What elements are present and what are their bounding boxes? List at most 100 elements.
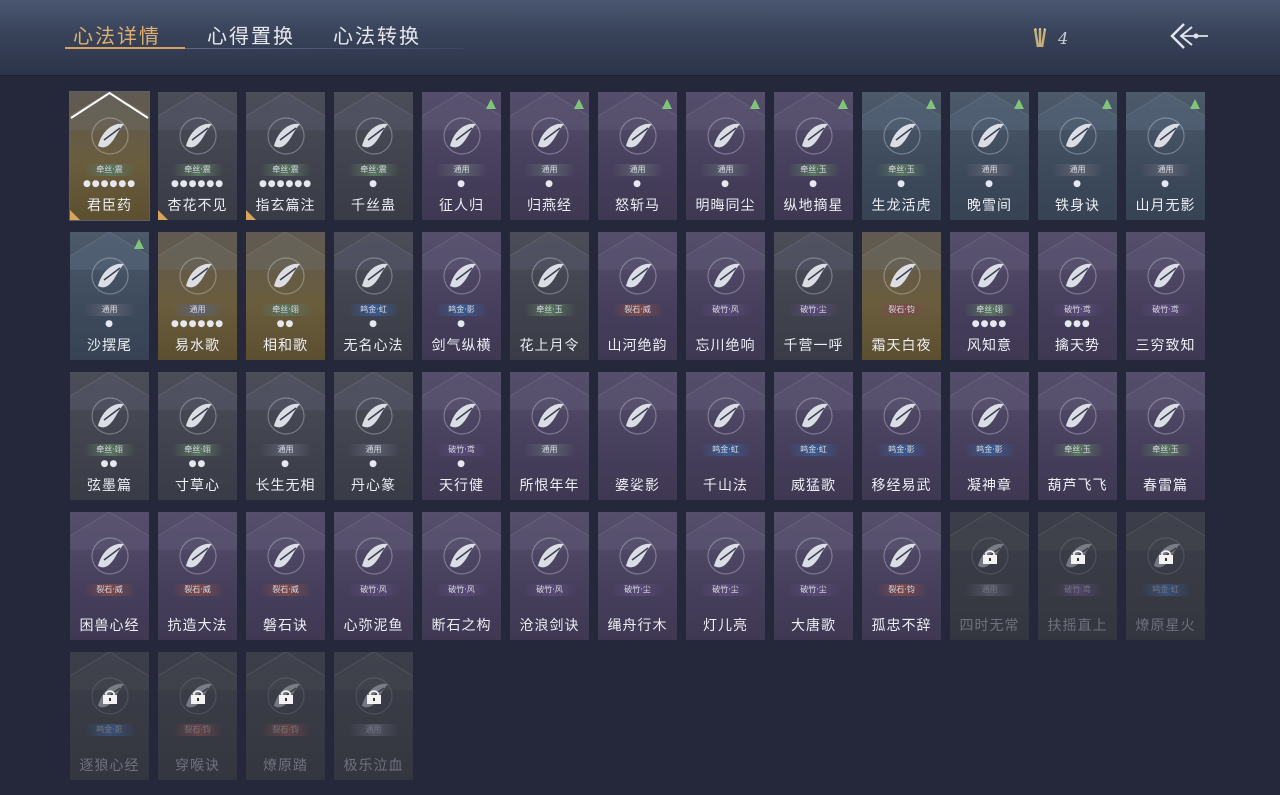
heart-method-card[interactable]: 裂石·威 山河绝韵 bbox=[598, 232, 677, 360]
heart-method-card[interactable]: 鸣金·虹 千山法 bbox=[686, 372, 765, 500]
card-name: 断石之构 bbox=[431, 618, 492, 634]
skill-emblem-icon bbox=[1059, 257, 1097, 295]
heart-method-card[interactable]: 裂石·威 磐石诀 bbox=[246, 512, 325, 640]
heart-method-card[interactable]: 通用 ● 铁身诀 bbox=[1038, 92, 1117, 220]
heart-method-card[interactable]: 牵丝·玉 ● 生龙活虎 bbox=[862, 92, 941, 220]
card-level-dots: ●●●●●● bbox=[170, 179, 225, 189]
skill-emblem-icon bbox=[971, 397, 1009, 435]
upgrade-arrow-icon bbox=[134, 239, 144, 249]
heart-method-card[interactable]: 破竹·鸢 ●●● 擒天势 bbox=[1038, 232, 1117, 360]
card-type-tag: 牵丝·震 bbox=[347, 164, 400, 176]
heart-method-card[interactable]: 通用 ● 归燕经 bbox=[510, 92, 589, 220]
skill-emblem-icon bbox=[91, 257, 129, 295]
heart-method-card[interactable]: 牵丝·翊 ●●●● 风知意 bbox=[950, 232, 1029, 360]
skill-emblem-icon bbox=[443, 257, 481, 295]
heart-method-card[interactable]: 破竹·风 沧浪剑诀 bbox=[510, 512, 589, 640]
heart-method-card[interactable]: 牵丝·玉 花上月令 bbox=[510, 232, 589, 360]
card-type-tag: 裂石·威 bbox=[171, 584, 224, 596]
heart-method-card[interactable]: 通用 ●●●●●● 易水歌 bbox=[158, 232, 237, 360]
heart-method-card[interactable]: 通用 ● 山月无影 bbox=[1126, 92, 1205, 220]
card-level-dots: ●●● bbox=[1064, 319, 1091, 329]
heart-method-card[interactable]: 通用 ● 怒斩马 bbox=[598, 92, 677, 220]
card-type-tag: 通用 bbox=[611, 164, 664, 176]
skill-emblem-icon bbox=[883, 537, 921, 575]
card-name: 沧浪剑诀 bbox=[519, 618, 580, 634]
heart-method-card[interactable]: 裂石·钧 孤忠不辞 bbox=[862, 512, 941, 640]
heart-method-card[interactable]: 牵丝·震 ● 千丝蛊 bbox=[334, 92, 413, 220]
card-name: 凝神章 bbox=[967, 478, 1012, 494]
upgrade-arrow-icon bbox=[1190, 99, 1200, 109]
card-type-tag: 裂石·威 bbox=[259, 584, 312, 596]
heart-method-card[interactable]: 裂石·威 抗造大法 bbox=[158, 512, 237, 640]
skill-emblem-icon bbox=[267, 397, 305, 435]
card-type-tag: 破竹·尘 bbox=[699, 584, 752, 596]
heart-method-card[interactable]: 破竹·尘 绳舟行木 bbox=[598, 512, 677, 640]
heart-method-card[interactable]: 牵丝·玉 春雷篇 bbox=[1126, 372, 1205, 500]
tab-heart-method-conversion[interactable]: 心法转换 bbox=[333, 20, 421, 49]
heart-method-card[interactable]: 鸣金·影 ● 剑气纵横 bbox=[422, 232, 501, 360]
heart-method-card[interactable]: 破竹·风 断石之构 bbox=[422, 512, 501, 640]
heart-method-card[interactable]: 牵丝·翊 ●● 寸草心 bbox=[158, 372, 237, 500]
heart-method-card[interactable]: 破竹·尘 灯儿亮 bbox=[686, 512, 765, 640]
card-type-tag: 牵丝·翊 bbox=[171, 444, 224, 456]
heart-method-card[interactable]: 破竹·鸢 三穷致知 bbox=[1126, 232, 1205, 360]
card-name: 花上月令 bbox=[519, 338, 580, 354]
skill-emblem-icon bbox=[531, 117, 569, 155]
heart-method-card[interactable]: 破竹·尘 千营一呼 bbox=[774, 232, 853, 360]
heart-method-card[interactable]: 牵丝·震 ●●●●●● 君臣药 bbox=[69, 91, 150, 221]
tab-heart-method-details[interactable]: 心法详情 bbox=[73, 20, 161, 49]
skill-emblem-icon bbox=[443, 537, 481, 575]
card-name: 千山法 bbox=[703, 478, 748, 494]
card-level-dots: ● bbox=[105, 319, 114, 329]
heart-method-card[interactable]: 通用 ● 丹心篆 bbox=[334, 372, 413, 500]
card-level-dots: ● bbox=[457, 319, 466, 329]
heart-method-card[interactable]: 鸣金·虹 威猛歌 bbox=[774, 372, 853, 500]
heart-method-card[interactable]: 牵丝·翊 ●● 弦墨篇 bbox=[70, 372, 149, 500]
heart-method-card[interactable]: 牵丝·玉 葫芦飞飞 bbox=[1038, 372, 1117, 500]
card-type-tag: 破竹·鸢 bbox=[1139, 304, 1192, 316]
heart-method-card[interactable]: 通用 极乐泣血 bbox=[334, 652, 413, 780]
card-name: 易水歌 bbox=[175, 338, 220, 354]
skill-emblem-icon bbox=[267, 117, 305, 155]
heart-method-card[interactable]: 破竹·鸢 扶摇直上 bbox=[1038, 512, 1117, 640]
heart-method-card[interactable]: 鸣金·影 凝神章 bbox=[950, 372, 1029, 500]
heart-method-card[interactable]: 牵丝·翊 ●● 相和歌 bbox=[246, 232, 325, 360]
heart-method-card[interactable]: 破竹·风 心弥泥鱼 bbox=[334, 512, 413, 640]
heart-method-card[interactable]: 裂石·威 困兽心经 bbox=[70, 512, 149, 640]
heart-method-card[interactable]: 通用 ● 长生无相 bbox=[246, 372, 325, 500]
card-name: 君臣药 bbox=[87, 198, 132, 214]
heart-method-card[interactable]: 鸣金·虹 燎原星火 bbox=[1126, 512, 1205, 640]
heart-method-card[interactable]: 鸣金·影 移经易武 bbox=[862, 372, 941, 500]
heart-method-card[interactable]: 通用 四时无常 bbox=[950, 512, 1029, 640]
heart-method-card[interactable]: 鸣金·影 逐狼心经 bbox=[70, 652, 149, 780]
card-name: 大唐歌 bbox=[791, 618, 836, 634]
card-name: 穿喉诀 bbox=[175, 758, 220, 774]
upgrade-arrow-icon bbox=[1014, 99, 1024, 109]
heart-method-card[interactable]: 裂石·钧 燎原踏 bbox=[246, 652, 325, 780]
heart-method-card[interactable]: 通用 ● 征人归 bbox=[422, 92, 501, 220]
heart-method-card[interactable]: 牵丝·震 ●●●●●● 杏花不见 bbox=[158, 92, 237, 220]
heart-method-card[interactable]: 通用 ● 晚雪间 bbox=[950, 92, 1029, 220]
heart-method-card[interactable]: 通用 所恨年年 bbox=[510, 372, 589, 500]
card-name: 春雷篇 bbox=[1143, 478, 1188, 494]
heart-method-card[interactable]: 破竹·尘 大唐歌 bbox=[774, 512, 853, 640]
heart-method-card[interactable]: 通用 ● 沙摆尾 bbox=[70, 232, 149, 360]
tab-insight-exchange[interactable]: 心得置换 bbox=[207, 20, 295, 49]
heart-method-card[interactable]: 破竹·风 忘川绝响 bbox=[686, 232, 765, 360]
card-type-tag: 鸣金·影 bbox=[435, 304, 488, 316]
card-level-dots: ● bbox=[281, 459, 290, 469]
heart-method-card[interactable]: 破竹·鸢 ● 天行健 bbox=[422, 372, 501, 500]
heart-method-card[interactable]: 牵丝·震 ●●●●●● 指玄篇注 bbox=[246, 92, 325, 220]
card-type-tag: 通用 bbox=[963, 164, 1016, 176]
heart-method-card[interactable]: 通用 ● 明晦同尘 bbox=[686, 92, 765, 220]
card-type-tag: 通用 bbox=[1051, 164, 1104, 176]
heart-method-card[interactable]: 鸣金·虹 ● 无名心法 bbox=[334, 232, 413, 360]
heart-method-card[interactable]: 婆娑影 bbox=[598, 372, 677, 500]
heart-method-card[interactable]: 牵丝·玉 ● 纵地摘星 bbox=[774, 92, 853, 220]
skill-emblem-icon bbox=[795, 117, 833, 155]
skill-emblem-icon bbox=[531, 537, 569, 575]
heart-method-card[interactable]: 裂石·钧 穿喉诀 bbox=[158, 652, 237, 780]
lock-icon bbox=[983, 550, 997, 564]
back-arrow-icon[interactable] bbox=[1166, 18, 1210, 54]
heart-method-card[interactable]: 裂石·钧 霜天白夜 bbox=[862, 232, 941, 360]
